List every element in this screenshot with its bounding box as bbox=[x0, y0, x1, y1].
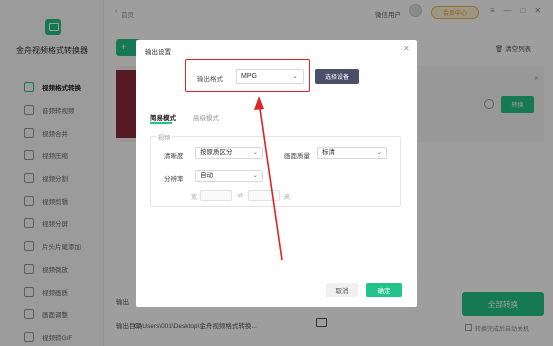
clarity-select[interactable]: 按原质区分 ⌄ bbox=[195, 147, 263, 159]
section-title: 视频 bbox=[156, 133, 173, 142]
ok-button[interactable]: 确定 bbox=[366, 283, 402, 297]
choose-device-button[interactable]: 选择设备 bbox=[315, 69, 359, 84]
clarity-label: 清晰度 bbox=[164, 153, 184, 160]
output-format-select[interactable]: MPG ⌄ bbox=[236, 69, 304, 84]
chevron-down-icon: ⌄ bbox=[376, 149, 382, 156]
resolution-select[interactable]: 自动 ⌄ bbox=[195, 170, 263, 182]
close-icon[interactable]: ✕ bbox=[403, 44, 410, 53]
width-input[interactable] bbox=[200, 190, 232, 201]
cancel-button[interactable]: 取消 bbox=[326, 283, 358, 297]
output-format-value: MPG bbox=[241, 73, 257, 80]
link-ratio-icon[interactable]: ⇄ bbox=[238, 192, 243, 199]
dialog-title: 输出设置 bbox=[145, 49, 171, 56]
height-label: 高 bbox=[284, 195, 291, 201]
tab-advanced-mode[interactable]: 高级模式 bbox=[193, 112, 219, 122]
resolution-label: 分辨率 bbox=[164, 176, 184, 183]
chevron-down-icon: ⌄ bbox=[252, 149, 258, 156]
width-label: 宽 bbox=[191, 195, 198, 201]
height-input[interactable] bbox=[248, 190, 280, 201]
clarity-value: 按原质区分 bbox=[200, 149, 233, 156]
quality-value: 标清 bbox=[322, 149, 335, 156]
resolution-value: 自动 bbox=[200, 172, 213, 179]
active-tab-indicator bbox=[150, 122, 172, 124]
chevron-down-icon: ⌄ bbox=[292, 73, 298, 80]
output-format-label: 输出格式 bbox=[197, 76, 223, 83]
quality-label: 画面质量 bbox=[284, 153, 310, 160]
tab-simple-mode[interactable]: 简易模式 bbox=[150, 112, 176, 122]
quality-select[interactable]: 标清 ⌄ bbox=[317, 147, 387, 159]
output-settings-dialog: 输出设置 ✕ 输出格式 MPG ⌄ 选择设备 简易模式 高级模式 视频 清晰度 … bbox=[136, 40, 417, 307]
chevron-down-icon: ⌄ bbox=[252, 172, 258, 179]
